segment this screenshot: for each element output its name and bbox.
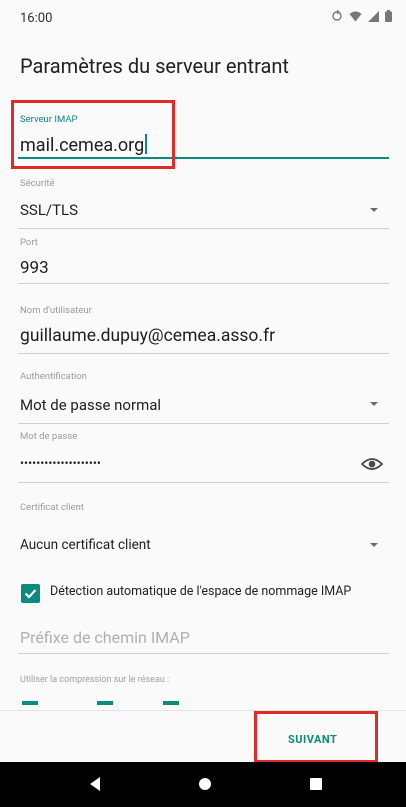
signal-icon <box>368 10 379 25</box>
password-input[interactable]: •••••••••••••••••••• <box>20 456 101 470</box>
username-underline <box>18 353 389 354</box>
status-icons <box>331 9 392 25</box>
check-icon <box>24 589 37 599</box>
password-underline <box>18 482 389 483</box>
battery-icon <box>385 10 392 25</box>
security-underline <box>18 228 389 229</box>
username-input[interactable]: guillaume.dupuy@cemea.asso.fr <box>20 326 275 346</box>
port-underline <box>18 283 389 284</box>
chevron-down-icon[interactable] <box>370 402 378 406</box>
password-label: Mot de passe <box>20 431 78 442</box>
autodetect-checkbox[interactable] <box>21 584 40 603</box>
port-label: Port <box>20 237 38 248</box>
compression-checkbox-wifi[interactable] <box>97 701 113 705</box>
certificate-select[interactable]: Aucun certificat client <box>20 537 151 553</box>
page-title: Paramètres du serveur entrant <box>20 54 289 78</box>
autodetect-label[interactable]: Détection automatique de l'espace de nom… <box>50 584 351 599</box>
status-time: 16:00 <box>20 11 53 26</box>
navigation-bar <box>0 762 406 807</box>
prefix-underline <box>18 653 389 654</box>
certificate-label: Certificat client <box>20 502 84 513</box>
home-icon[interactable] <box>199 778 211 790</box>
back-icon[interactable] <box>90 777 100 791</box>
auth-underline <box>18 423 389 424</box>
highlight-box-server <box>11 100 175 169</box>
port-input[interactable]: 993 <box>20 258 49 278</box>
chevron-down-icon[interactable] <box>370 543 378 547</box>
security-label: Sécurité <box>20 178 55 189</box>
eye-icon[interactable] <box>360 456 384 476</box>
auth-label: Authentification <box>20 371 87 382</box>
recents-icon[interactable] <box>310 778 322 790</box>
compression-label: Utiliser la compression sur le réseau : <box>20 675 170 685</box>
auth-select[interactable]: Mot de passe normal <box>20 396 161 414</box>
compression-checkbox-mobile[interactable] <box>22 701 38 705</box>
highlight-box-next <box>254 711 378 763</box>
sync-icon <box>331 9 343 25</box>
security-select[interactable]: SSL/TLS <box>20 201 78 219</box>
status-bar: 16:00 <box>0 0 406 38</box>
compression-checkbox-other[interactable] <box>163 701 179 705</box>
wifi-icon <box>349 11 362 25</box>
username-label: Nom d'utilisateur <box>20 305 92 316</box>
chevron-down-icon[interactable] <box>370 208 378 212</box>
prefix-input[interactable]: Préfixe de chemin IMAP <box>20 628 190 647</box>
